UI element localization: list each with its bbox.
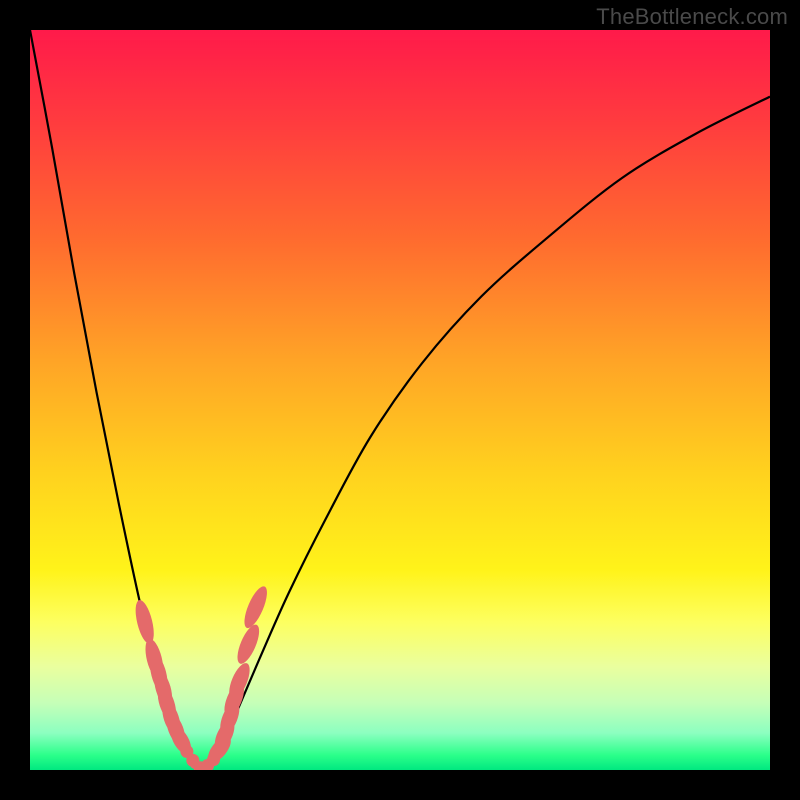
chart-svg <box>30 30 770 770</box>
benchmark-dot <box>240 584 272 631</box>
benchmark-dots-group <box>132 584 271 770</box>
watermark-text: TheBottleneck.com <box>596 4 788 30</box>
chart-frame: TheBottleneck.com <box>0 0 800 800</box>
benchmark-dot <box>190 759 200 769</box>
bottleneck-curve <box>30 30 770 770</box>
plot-area <box>30 30 770 770</box>
benchmark-dot <box>132 598 157 645</box>
